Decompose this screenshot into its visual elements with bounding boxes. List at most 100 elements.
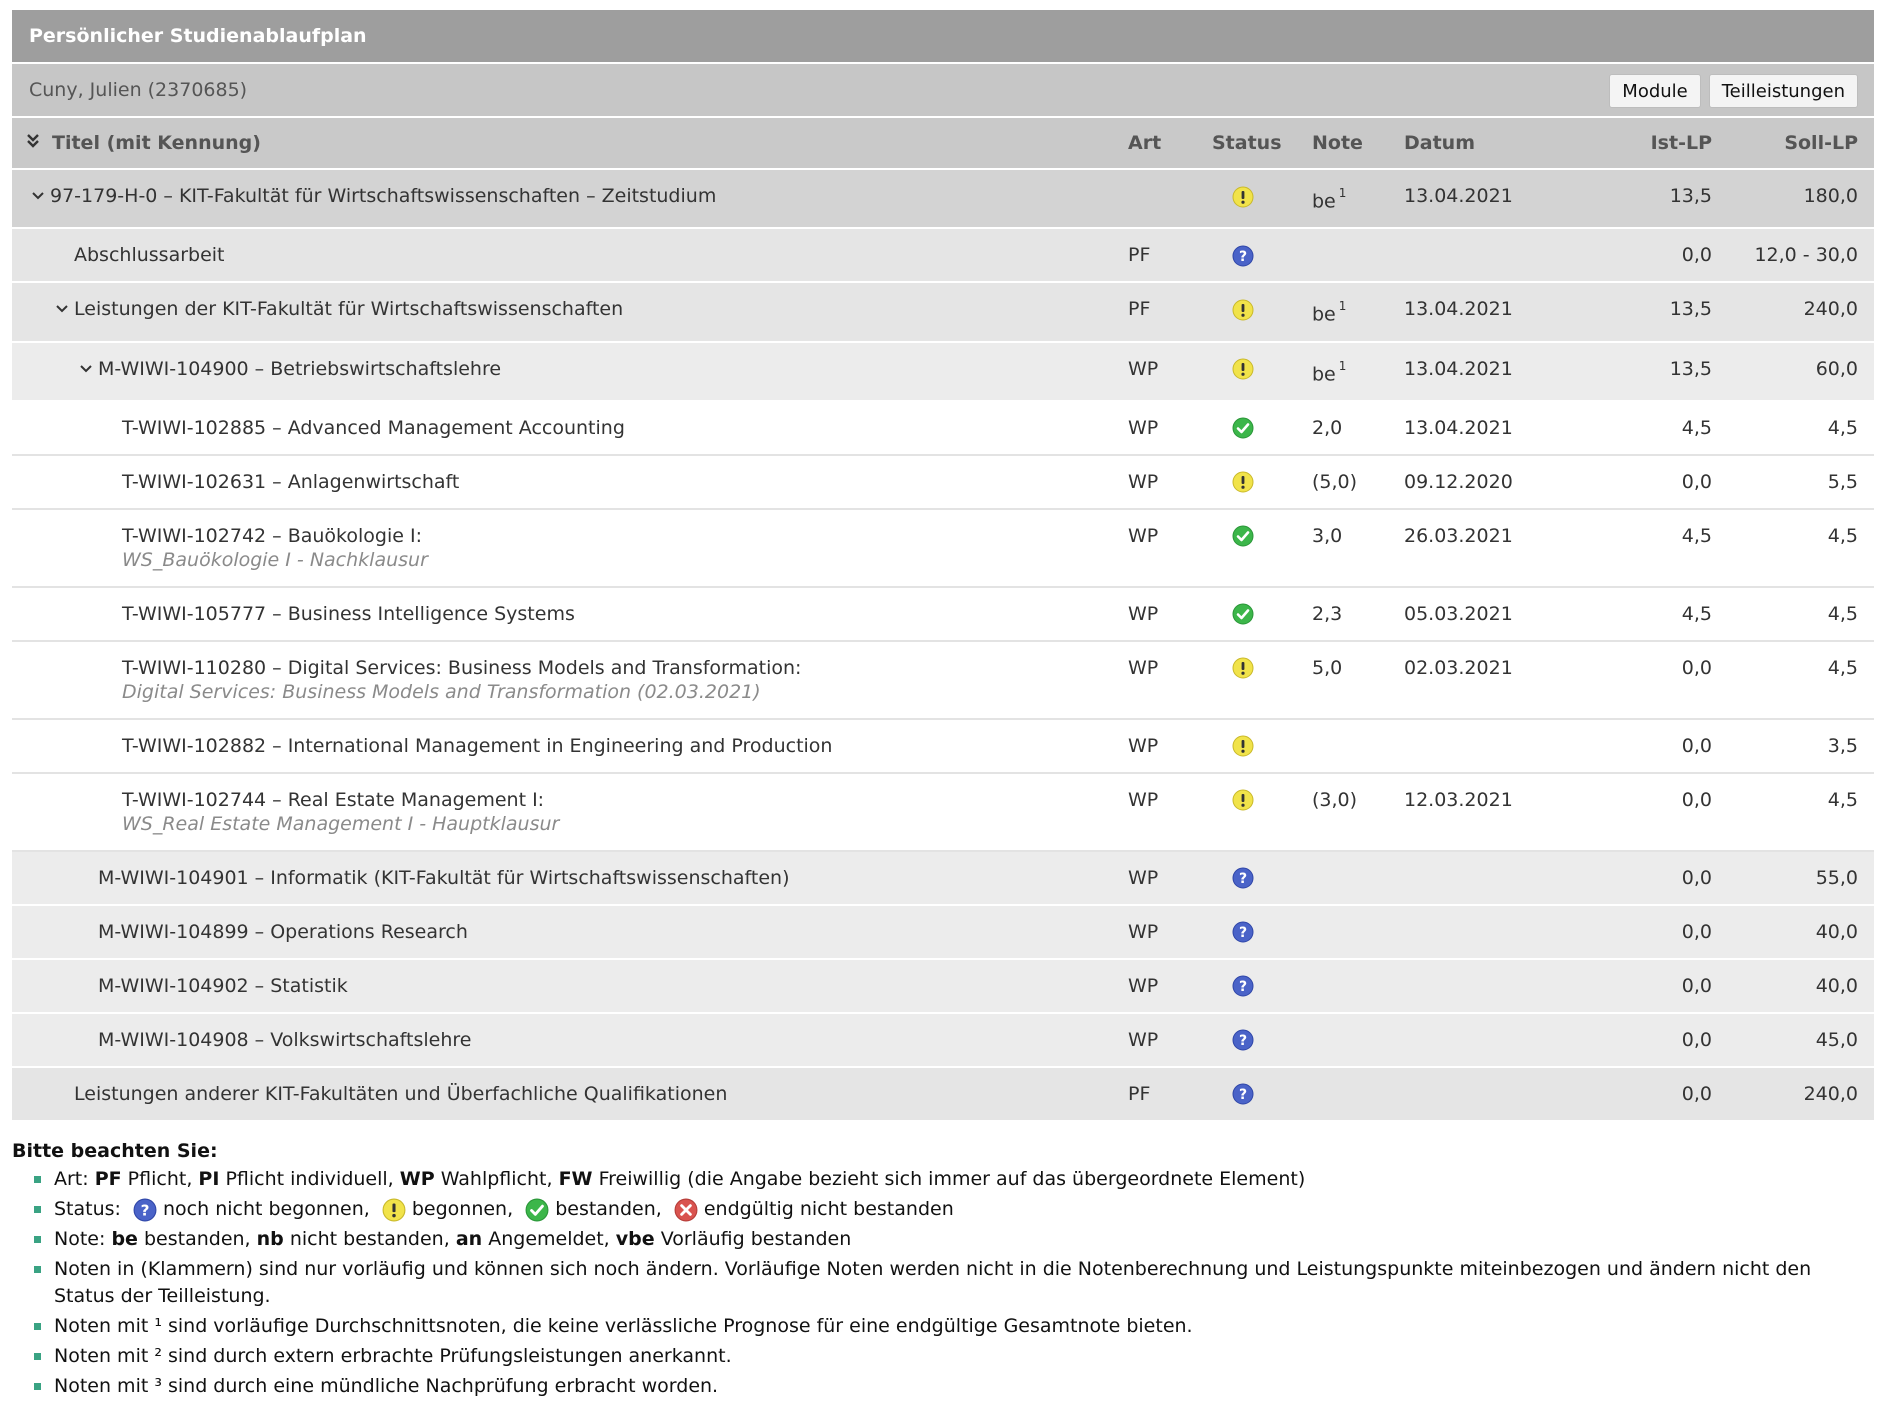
cell-status xyxy=(1212,904,1312,959)
panel-title: Persönlicher Studienablaufplan xyxy=(12,10,1874,64)
question-icon xyxy=(1232,921,1254,943)
teilleistungen-button[interactable]: Teilleistungen xyxy=(1708,74,1858,108)
cell-title: Leistungen der KIT-Fakultät für Wirtscha… xyxy=(12,282,1128,342)
cell-soll-lp: 3,5 xyxy=(1712,718,1874,773)
legend-art: Art: PF Pflicht, PI Pflicht individuell,… xyxy=(30,1166,1872,1193)
student-name: Cuny, Julien (2370685) xyxy=(29,79,248,101)
table-row[interactable]: 97-179-H-0 – KIT-Fakultät für Wirtschaft… xyxy=(12,169,1874,229)
row-subtitle: WS_Bauökologie I - Nachklausur xyxy=(122,548,428,571)
cell-note: (3,0) xyxy=(1312,772,1404,851)
cell-art: WP xyxy=(1128,772,1212,851)
cell-note xyxy=(1312,850,1404,905)
cell-title: 97-179-H-0 – KIT-Fakultät für Wirtschaft… xyxy=(12,169,1128,229)
collapse-all-icon[interactable] xyxy=(26,132,52,154)
row-title: T-WIWI-110280 – Digital Services: Busine… xyxy=(122,656,802,679)
note-value: 5,0 xyxy=(1312,656,1343,679)
legend-notes: Bitte beachten Sie: Art: PF Pflicht, PI … xyxy=(12,1140,1872,1403)
cell-soll-lp: 55,0 xyxy=(1712,850,1874,905)
legend-sup2: Noten mit ² sind durch extern erbrachte … xyxy=(30,1343,1872,1370)
cell-status xyxy=(1212,341,1312,401)
cell-note: 2,0 xyxy=(1312,400,1404,455)
row-title: Leistungen der KIT-Fakultät für Wirtscha… xyxy=(74,298,624,321)
cell-status xyxy=(1212,508,1312,587)
row-title: M-WIWI-104902 – Statistik xyxy=(98,974,348,997)
table-row[interactable]: T-WIWI-102744 – Real Estate Management I… xyxy=(12,772,1874,851)
warning-icon xyxy=(1232,471,1254,493)
col-datum: Datum xyxy=(1404,118,1594,170)
chevron-down-icon[interactable] xyxy=(50,297,74,321)
cell-soll-lp: 60,0 xyxy=(1712,341,1874,401)
cell-status xyxy=(1212,169,1312,229)
cell-title: M-WIWI-104902 – Statistik xyxy=(12,958,1128,1013)
cell-ist-lp: 0,0 xyxy=(1594,850,1712,905)
cell-title: T-WIWI-102631 – Anlagenwirtschaft xyxy=(12,454,1128,509)
note-sup: 1 xyxy=(1338,299,1347,314)
panel-title-text: Persönlicher Studienablaufplan xyxy=(29,25,367,47)
table-row[interactable]: Abschlussarbeit PF 0,0 12,0 - 30,0 xyxy=(12,228,1874,283)
table-row[interactable]: M-WIWI-104902 – Statistik WP 0,0 40,0 xyxy=(12,958,1874,1013)
cell-ist-lp: 0,0 xyxy=(1594,1066,1712,1121)
cell-status xyxy=(1212,586,1312,641)
warning-icon xyxy=(382,1198,406,1222)
table-row[interactable]: Leistungen anderer KIT-Fakultäten und Üb… xyxy=(12,1066,1874,1121)
cell-soll-lp: 4,5 xyxy=(1712,772,1874,851)
table-row[interactable]: T-WIWI-102742 – Bauökologie I: WS_Bauökol… xyxy=(12,508,1874,587)
cell-datum xyxy=(1404,228,1594,283)
warning-icon xyxy=(1232,657,1254,679)
note-value: be xyxy=(1312,190,1336,213)
cell-title: M-WIWI-104901 – Informatik (KIT-Fakultät… xyxy=(12,850,1128,905)
cell-soll-lp: 4,5 xyxy=(1712,640,1874,719)
note-value: be xyxy=(1312,303,1336,326)
table-row[interactable]: M-WIWI-104900 – Betriebswirtschaftslehre… xyxy=(12,341,1874,401)
warning-icon xyxy=(1232,299,1254,321)
cell-datum: 13.04.2021 xyxy=(1404,400,1594,455)
cell-title: T-WIWI-110280 – Digital Services: Busine… xyxy=(12,640,1128,719)
cell-status xyxy=(1212,400,1312,455)
cell-title: Leistungen anderer KIT-Fakultäten und Üb… xyxy=(12,1066,1128,1121)
question-icon xyxy=(1232,867,1254,889)
row-title: T-WIWI-102742 – Bauökologie I: xyxy=(122,524,422,547)
warning-icon xyxy=(1232,358,1254,380)
chevron-down-icon[interactable] xyxy=(26,184,50,208)
note-value: 2,0 xyxy=(1312,416,1343,439)
col-art: Art xyxy=(1128,118,1212,170)
chevron-down-icon[interactable] xyxy=(74,357,98,381)
question-icon xyxy=(1232,245,1254,267)
legend-note: Note: be bestanden, nb nicht bestanden, … xyxy=(30,1226,1872,1253)
cell-ist-lp: 4,5 xyxy=(1594,508,1712,587)
table-row[interactable]: M-WIWI-104899 – Operations Research WP 0,0… xyxy=(12,904,1874,959)
table-row[interactable]: T-WIWI-102882 – International Management… xyxy=(12,718,1874,773)
cell-datum: 09.12.2020 xyxy=(1404,454,1594,509)
cell-art: WP xyxy=(1128,586,1212,641)
table-row[interactable]: T-WIWI-102885 – Advanced Management Acco… xyxy=(12,400,1874,455)
table-header: Titel (mit Kennung) Art Status Note Datu… xyxy=(12,118,1874,170)
table-row[interactable]: Leistungen der KIT-Fakultät für Wirtscha… xyxy=(12,282,1874,342)
row-title: M-WIWI-104900 – Betriebswirtschaftslehre xyxy=(98,357,502,380)
cell-ist-lp: 0,0 xyxy=(1594,228,1712,283)
cell-status xyxy=(1212,1012,1312,1067)
cell-note: be 1 xyxy=(1312,282,1404,342)
cell-art: WP xyxy=(1128,508,1212,587)
table-row[interactable]: T-WIWI-105777 – Business Intelligence Sy… xyxy=(12,586,1874,641)
cell-datum: 13.04.2021 xyxy=(1404,341,1594,401)
cell-note xyxy=(1312,904,1404,959)
cell-note: 2,3 xyxy=(1312,586,1404,641)
cell-status xyxy=(1212,958,1312,1013)
row-title: M-WIWI-104908 – Volkswirtschaftslehre xyxy=(98,1028,472,1051)
table-row[interactable]: M-WIWI-104908 – Volkswirtschaftslehre WP 0… xyxy=(12,1012,1874,1067)
col-title[interactable]: Titel (mit Kennung) xyxy=(12,118,1128,170)
cell-art: WP xyxy=(1128,341,1212,401)
cell-status xyxy=(1212,454,1312,509)
module-button[interactable]: Module xyxy=(1609,74,1701,108)
cell-title: T-WIWI-102742 – Bauökologie I: WS_Bauökol… xyxy=(12,508,1128,587)
cell-ist-lp: 0,0 xyxy=(1594,904,1712,959)
table-row[interactable]: T-WIWI-102631 – Anlagenwirtschaft WP (5,0)… xyxy=(12,454,1874,509)
table-row[interactable]: T-WIWI-110280 – Digital Services: Busine… xyxy=(12,640,1874,719)
row-title: 97-179-H-0 – KIT-Fakultät für Wirtschaft… xyxy=(50,185,717,207)
row-title: T-WIWI-102885 – Advanced Management Acco… xyxy=(122,416,625,439)
col-status: Status xyxy=(1212,118,1312,170)
table-row[interactable]: M-WIWI-104901 – Informatik (KIT-Fakultät… xyxy=(12,850,1874,905)
col-title-label: Titel (mit Kennung) xyxy=(52,132,261,154)
cell-status xyxy=(1212,850,1312,905)
note-sup: 1 xyxy=(1338,186,1347,200)
